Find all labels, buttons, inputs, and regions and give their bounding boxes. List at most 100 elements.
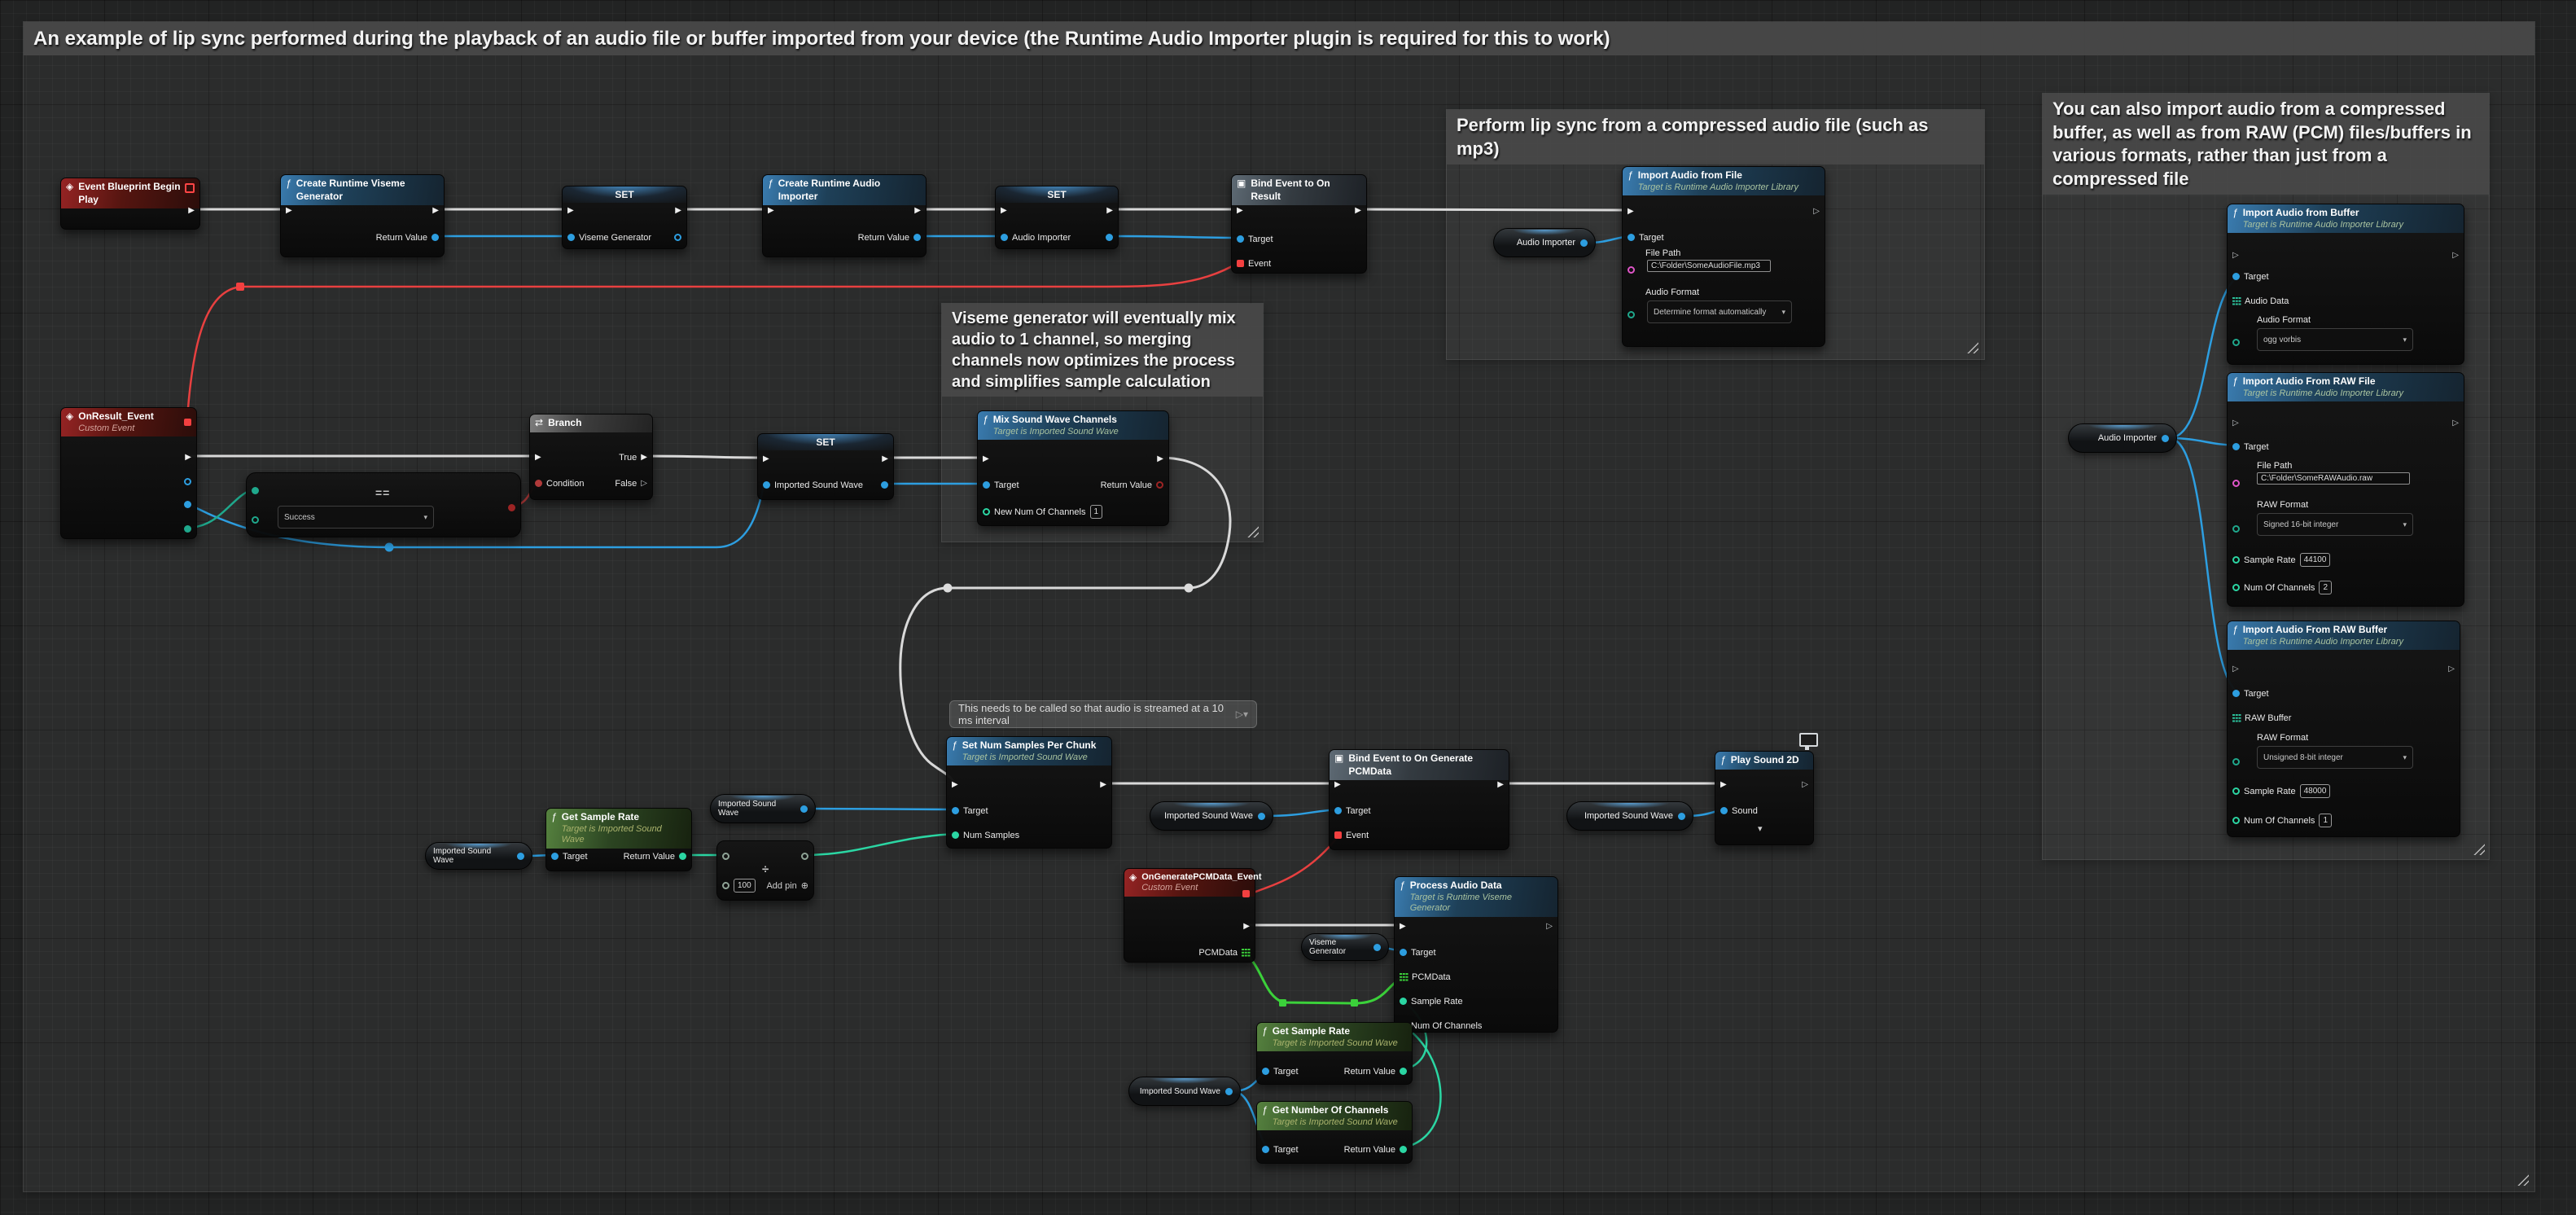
var-audio-importer-2[interactable]: Audio Importer (2068, 423, 2177, 453)
return-value-pin[interactable]: Return Value (858, 231, 921, 243)
exec-in-pin[interactable]: ▶ (1237, 204, 1243, 217)
var-out-pin[interactable] (1678, 813, 1685, 820)
target-pin[interactable]: Target (2232, 687, 2269, 700)
exec-in-pin[interactable]: ▷ (2232, 249, 2239, 261)
node-create-runtime-audio-importer[interactable]: ƒCreate Runtime Audio Importer ▶ ▶ Retur… (762, 174, 927, 257)
var-out-pin[interactable] (800, 805, 808, 813)
comment-mp3-title[interactable]: Perform lip sync from a compressed audio… (1447, 110, 1984, 164)
false-out-pin[interactable]: ▷False (615, 477, 647, 489)
comment-main-title[interactable]: An example of lip sync performed during … (24, 22, 2534, 55)
comment-viseme-title[interactable]: Viseme generator will eventually mix aud… (942, 304, 1263, 397)
exec-in-pin[interactable]: ▷ (2232, 663, 2239, 675)
target-pin[interactable]: Target (1628, 231, 1664, 243)
audio-data-pin[interactable]: Audio Data (2232, 295, 2289, 307)
sample-rate-pin[interactable]: Sample Rate44100 (2232, 554, 2330, 566)
divide-value[interactable]: 100 (734, 879, 756, 893)
divide-out-pin[interactable] (801, 850, 808, 862)
node-import-audio-from-raw-buffer[interactable]: ƒ Import Audio From RAW Buffer Target is… (2227, 621, 2460, 837)
exec-out-pin[interactable]: ▶ (914, 204, 921, 217)
target-pin[interactable]: Target (983, 479, 1019, 491)
raw-format-pin[interactable] (2232, 756, 2240, 768)
eq-input-a-pin[interactable] (252, 485, 259, 497)
exec-out-pin[interactable]: ▶ (1243, 920, 1250, 932)
eq-input-b-pin[interactable] (252, 514, 259, 526)
node-comment-bubble[interactable]: This needs to be called so that audio is… (949, 700, 1257, 728)
var-imported-sound-wave-c[interactable]: Imported Sound Wave (1150, 801, 1273, 831)
node-enum-equals[interactable]: == Success▾ (246, 472, 521, 537)
exec-in-pin[interactable]: ▶ (952, 779, 958, 791)
num-samples-pin[interactable]: Num Samples (952, 829, 1019, 841)
node-import-audio-from-buffer[interactable]: ƒ Import Audio from Buffer Target is Run… (2227, 204, 2464, 365)
file-path-input[interactable]: C:\Folder\SomeAudioFile.mp3 (1647, 260, 1771, 272)
target-pin[interactable]: Target (1262, 1143, 1299, 1156)
return-value-pin[interactable]: Return Value (376, 231, 439, 243)
num-channels-value[interactable]: 1 (2319, 814, 2332, 827)
node-import-audio-from-raw-file[interactable]: ƒ Import Audio From RAW File Target is R… (2227, 372, 2464, 607)
num-channels-pin[interactable]: Num Of Channels1 (2232, 814, 2332, 827)
exec-out-pin[interactable]: ▷ (1813, 205, 1820, 217)
node-set-imported-sound-wave[interactable]: SET ▶ ▶ Imported Sound Wave (757, 433, 894, 500)
exec-in-pin[interactable]: ▶ (567, 204, 574, 217)
var-out-pin[interactable] (1225, 1088, 1233, 1095)
imported-sound-wave-out-pin[interactable] (881, 479, 888, 491)
node-ongeneratepcmdata-event[interactable]: ◈ OnGeneratePCMData_Event Custom Event ▶… (1124, 868, 1255, 963)
file-path-pin[interactable] (2232, 477, 2240, 489)
blueprint-graph[interactable]: An example of lip sync performed during … (0, 0, 2576, 1215)
file-path-input[interactable]: C:\Folder\SomeRAWAudio.raw (2257, 472, 2410, 485)
node-mix-sound-wave-channels[interactable]: ƒ Mix Sound Wave Channels Target is Impo… (977, 410, 1169, 526)
exec-out-pin[interactable]: ▶ (882, 453, 888, 465)
node-get-sample-rate-1[interactable]: ƒ Get Sample Rate Target is Imported Sou… (545, 808, 692, 871)
var-viseme-generator[interactable]: Viseme Generator (1301, 933, 1389, 961)
target-pin[interactable]: Target (1237, 233, 1273, 245)
exec-in-pin[interactable]: ▶ (763, 453, 769, 465)
target-pin[interactable]: Target (1334, 805, 1371, 817)
exec-out-pin[interactable]: ▷ (1546, 920, 1553, 932)
new-num-channels-value[interactable]: 1 (1090, 505, 1103, 519)
exec-in-pin[interactable]: ▶ (1400, 920, 1406, 932)
true-out-pin[interactable]: ▶True (619, 451, 647, 463)
var-out-pin[interactable] (1580, 239, 1588, 247)
viseme-generator-in-pin[interactable]: Viseme Generator (567, 231, 651, 243)
node-bind-event-to-on-generate-pcmdata[interactable]: ▣Bind Event to On Generate PCMData ▶ ▶ T… (1329, 749, 1509, 850)
imported-sound-wave-in-pin[interactable]: Imported Sound Wave (763, 479, 863, 491)
delegate-outline-icon[interactable] (185, 183, 195, 193)
exec-out-pin[interactable]: ▷ (2452, 417, 2459, 429)
return-value-pin[interactable]: Return Value (1101, 479, 1163, 491)
var-imported-sound-wave-d[interactable]: Imported Sound Wave (1566, 801, 1693, 831)
exec-in-pin[interactable]: ▶ (286, 204, 292, 217)
exec-in-pin[interactable]: ▶ (768, 204, 774, 217)
var-audio-importer-1[interactable]: Audio Importer (1493, 228, 1596, 257)
target-pin[interactable]: Target (2232, 441, 2269, 453)
exec-out-pin[interactable]: ▶ (1106, 204, 1113, 217)
var-imported-sound-wave-e[interactable]: Imported Sound Wave (1128, 1077, 1241, 1106)
target-pin[interactable]: Target (1262, 1065, 1299, 1077)
exec-out-pin[interactable]: ▶ (1100, 779, 1106, 791)
sample-rate-pin[interactable]: Sample Rate48000 (2232, 785, 2330, 797)
return-value-pin[interactable]: Return Value (624, 850, 686, 862)
delegate-out-pin[interactable] (184, 419, 191, 426)
audio-importer-out-pin[interactable] (1106, 231, 1113, 243)
node-get-sample-rate-2[interactable]: ƒ Get Sample Rate Target is Imported Sou… (1256, 1022, 1413, 1085)
divide-input-a-pin[interactable] (722, 850, 729, 862)
raw-format-pin[interactable] (2232, 523, 2240, 535)
imported-sound-wave-out-pin[interactable] (180, 498, 191, 511)
node-set-audio-importer[interactable]: SET ▶ ▶ Audio Importer (995, 186, 1119, 249)
expand-chevron-icon[interactable]: ▾ (1758, 823, 1763, 834)
exec-out-pin[interactable]: ▷ (2448, 663, 2455, 675)
event-pin[interactable]: Event (1334, 829, 1369, 841)
raw-buffer-pin[interactable]: RAW Buffer (2232, 712, 2291, 724)
sample-rate-pin[interactable]: Sample Rate (1400, 995, 1463, 1007)
exec-in-pin[interactable]: ▶ (1628, 205, 1634, 217)
raw-format-dropdown[interactable]: Signed 16-bit integer▾ (2257, 513, 2413, 536)
node-import-audio-from-file[interactable]: ƒ Import Audio from File Target is Runti… (1622, 166, 1825, 347)
exec-out-pin[interactable]: ▶ (1497, 779, 1504, 791)
node-set-viseme-generator[interactable]: SET ▶ ▶ Viseme Generator (562, 186, 687, 249)
eq-result-pin[interactable] (508, 502, 515, 514)
pcmdata-pin[interactable]: PCMData (1400, 971, 1451, 983)
pin-icon[interactable]: ▷▾ (1236, 708, 1248, 720)
audio-format-dropdown[interactable]: ogg vorbis▾ (2257, 328, 2413, 351)
comment-buffer-title[interactable]: You can also import audio from a compres… (2043, 94, 2489, 195)
node-play-sound-2d[interactable]: ƒPlay Sound 2D ▶ ▷ Sound ▾ (1715, 751, 1814, 845)
node-create-runtime-viseme-generator[interactable]: ƒCreate Runtime Viseme Generator ▶ ▶ Ret… (280, 174, 445, 257)
audio-format-dropdown[interactable]: Determine format automatically▾ (1647, 300, 1792, 323)
